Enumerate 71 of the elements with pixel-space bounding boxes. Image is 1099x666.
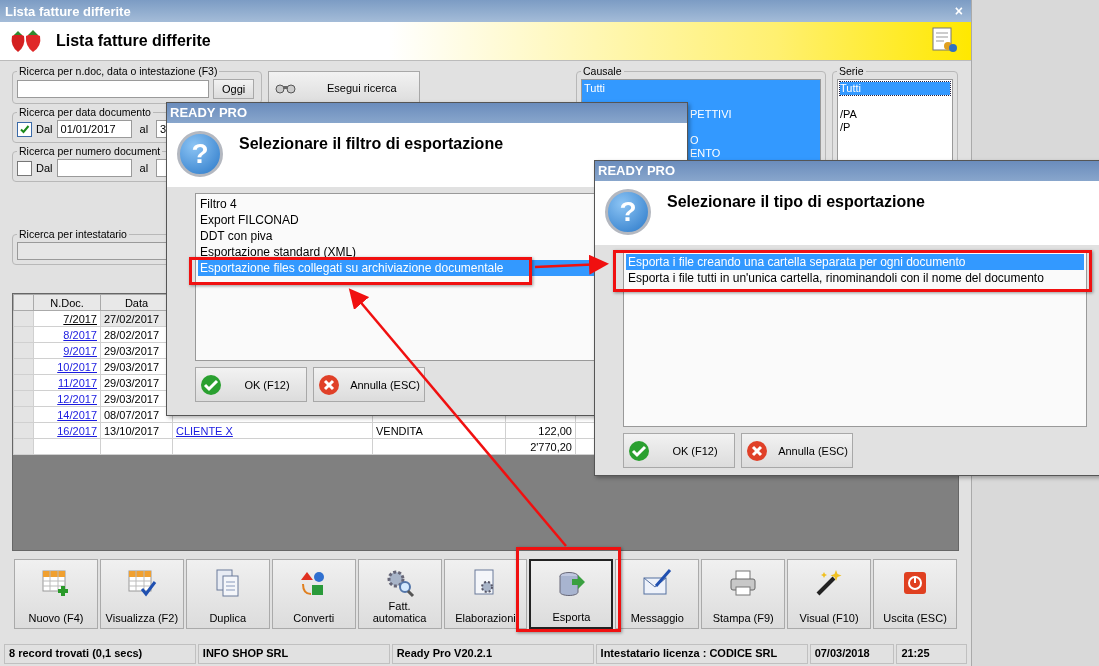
today-button[interactable]: Oggi xyxy=(213,79,255,99)
status-panel: Ready Pro V20.2.1 xyxy=(391,644,594,664)
table-cell: 08/07/2017 xyxy=(104,408,160,421)
toolbar-button[interactable]: Fatt. automatica xyxy=(357,559,442,629)
close-icon xyxy=(746,439,768,462)
checkbox[interactable] xyxy=(17,121,32,137)
list-item[interactable]: /PA xyxy=(840,108,950,121)
toolbar-button[interactable]: Esporta xyxy=(529,559,614,629)
check-icon xyxy=(200,373,222,396)
field-label: al xyxy=(139,123,149,135)
toolbar-button[interactable]: Duplica xyxy=(185,559,270,629)
toolbar-button[interactable]: Converti xyxy=(271,559,356,629)
toolbar-button[interactable]: Uscita (ESC) xyxy=(873,559,957,629)
toolbar-button[interactable]: Visualizza (F2) xyxy=(99,559,184,629)
dialog-heading: Selezionare il filtro di esportazione xyxy=(239,135,504,153)
number-field[interactable] xyxy=(56,159,132,177)
page-heading: Lista fatture differite xyxy=(56,32,212,50)
status-panel: 21:25 xyxy=(896,644,967,664)
checkbox-label: Dal xyxy=(36,123,53,135)
grid-check-icon xyxy=(126,568,157,598)
group-label: Ricerca per data documento xyxy=(18,106,152,118)
group-label: Ricerca per n.doc, data o intestazione (F3) xyxy=(18,65,219,77)
toolbar-button[interactable]: Messaggio xyxy=(615,559,700,629)
toolbar-button[interactable]: Visual (F10) xyxy=(787,559,872,629)
group-label: Serie xyxy=(838,65,865,77)
table-cell: 29/03/2017 xyxy=(104,392,160,405)
date-field[interactable]: 01/01/2017 xyxy=(56,120,132,138)
status-panel: 8 record trovati (0,1 secs) xyxy=(4,644,196,664)
field-label: al xyxy=(139,162,149,174)
binoculars-icon xyxy=(275,82,297,94)
question-icon: ? xyxy=(177,131,223,177)
status-panel: Intestatario licenza : CODICE SRL xyxy=(595,644,808,664)
status-panel: INFO SHOP SRL xyxy=(197,644,390,664)
document-people-icon xyxy=(931,27,957,55)
toolbar-button[interactable]: Elaborazioni xyxy=(443,559,528,629)
ok-button[interactable]: OK (F12) xyxy=(623,433,735,468)
cancel-button[interactable]: Annulla (ESC) xyxy=(741,433,853,468)
database-arrow-icon xyxy=(556,569,587,599)
column-header[interactable]: N.Doc. xyxy=(33,294,101,311)
grid-plus-icon xyxy=(40,568,71,598)
window-title: Lista fatture differite xyxy=(5,3,131,19)
ok-button[interactable]: OK (F12) xyxy=(195,367,307,402)
group-label: Ricerca per numero document xyxy=(18,145,162,157)
table-cell: 13/10/2017 xyxy=(104,424,160,437)
checkbox-label: Dal xyxy=(36,162,53,174)
table-cell: 122,00 xyxy=(538,424,572,437)
toolbar-button[interactable]: Stampa (F9) xyxy=(701,559,786,629)
table-cell: 28/02/2017 xyxy=(104,328,160,341)
check-icon xyxy=(628,439,650,462)
checkbox[interactable] xyxy=(17,160,32,176)
dialog-title: READY PRO xyxy=(167,103,687,123)
printer-icon xyxy=(728,568,759,598)
group-label: Ricerca per intestatario xyxy=(18,228,128,240)
group-label: Causale xyxy=(582,65,623,77)
option-list[interactable]: Esporta i file creando una cartella separata per ogni documento Esporta i file tutti in un'unica cartella, rinominandoli con il nome del documento xyxy=(623,251,1087,427)
table-cell: VENDITA xyxy=(376,424,423,437)
table-cell: 29/03/2017 xyxy=(104,344,160,357)
close-icon xyxy=(318,373,340,396)
list-item[interactable]: /P xyxy=(840,121,950,134)
status-panel: 07/03/2018 xyxy=(809,644,895,664)
table-cell: 29/03/2017 xyxy=(104,376,160,389)
question-icon: ? xyxy=(605,189,651,235)
envelope-pen-icon xyxy=(642,568,673,598)
search-field[interactable] xyxy=(17,80,209,98)
table-cell: 29/03/2017 xyxy=(104,360,160,373)
dialog-title: READY PRO xyxy=(595,161,1099,181)
table-cell: 27/02/2017 xyxy=(104,312,160,325)
cancel-button[interactable]: Annulla (ESC) xyxy=(313,367,425,402)
toolbar-button[interactable]: Nuovo (F4) xyxy=(14,559,98,629)
total-amount: 2'770,20 xyxy=(530,440,572,453)
search-button[interactable]: Esegui ricerca xyxy=(268,71,420,105)
